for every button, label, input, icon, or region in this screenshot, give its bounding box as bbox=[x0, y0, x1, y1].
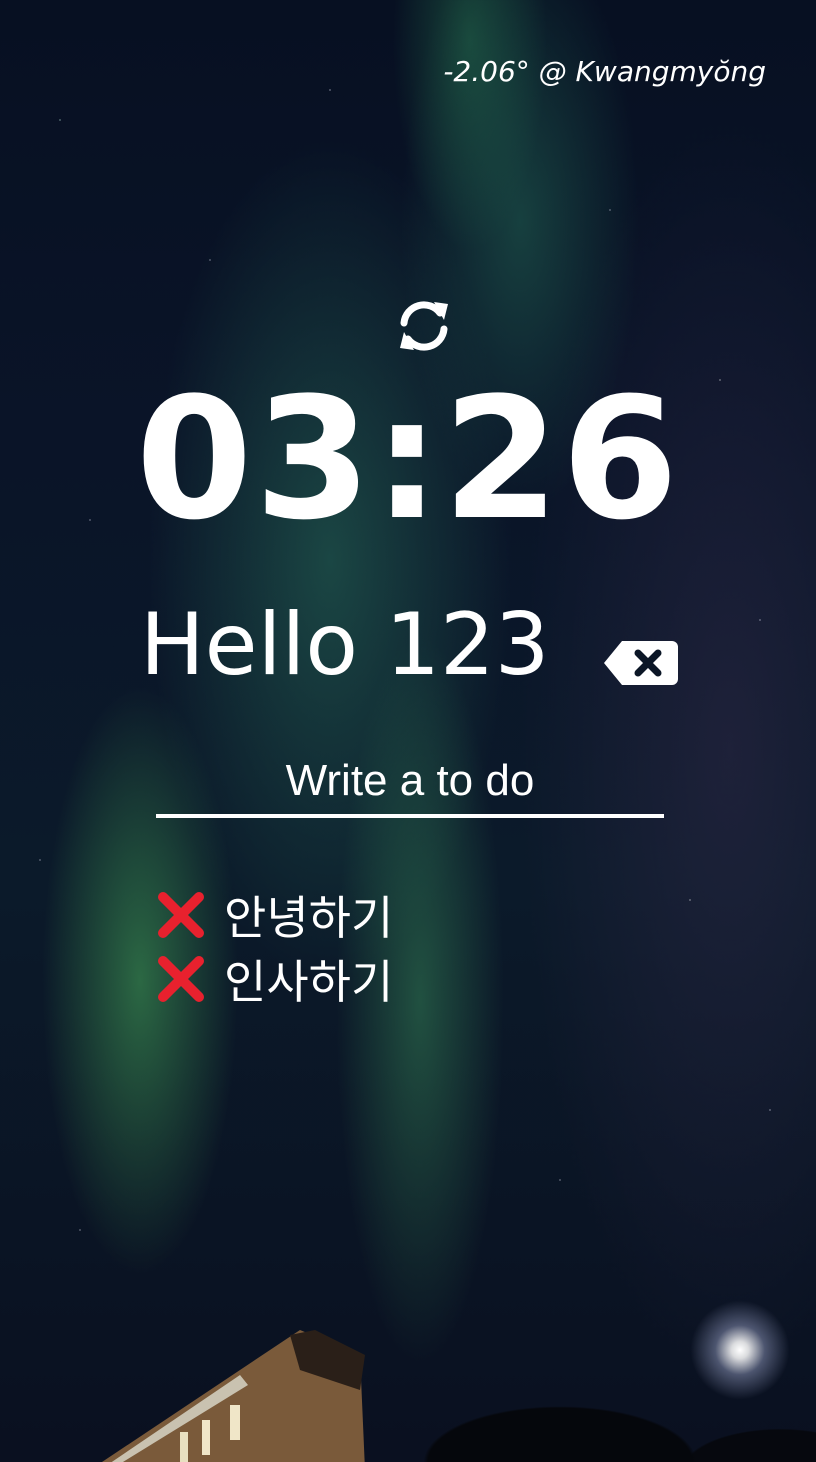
todo-form bbox=[156, 756, 664, 818]
red-x-icon[interactable] bbox=[156, 954, 206, 1004]
clock-time: 03:26 bbox=[135, 361, 681, 557]
todo-item: 인사하기 bbox=[156, 947, 393, 1011]
greeting-row: Hello 123 bbox=[140, 602, 680, 702]
todo-list: 안녕하기 인사하기 bbox=[156, 883, 393, 1011]
todo-input[interactable] bbox=[156, 756, 664, 818]
red-x-icon[interactable] bbox=[156, 890, 206, 940]
todo-label: 인사하기 bbox=[224, 955, 394, 1009]
background-stars bbox=[0, 0, 816, 1462]
weather-info: -2.06° @ Kwangmyŏng bbox=[443, 55, 766, 88]
greeting-text: Hello 123 bbox=[140, 595, 550, 695]
todo-item: 안녕하기 bbox=[156, 883, 393, 947]
building-silhouette bbox=[102, 1330, 365, 1462]
refresh-icon[interactable] bbox=[394, 296, 454, 356]
tree-silhouette bbox=[360, 1332, 816, 1462]
todo-label: 안녕하기 bbox=[224, 891, 394, 945]
backspace-delete-icon[interactable] bbox=[602, 638, 680, 688]
